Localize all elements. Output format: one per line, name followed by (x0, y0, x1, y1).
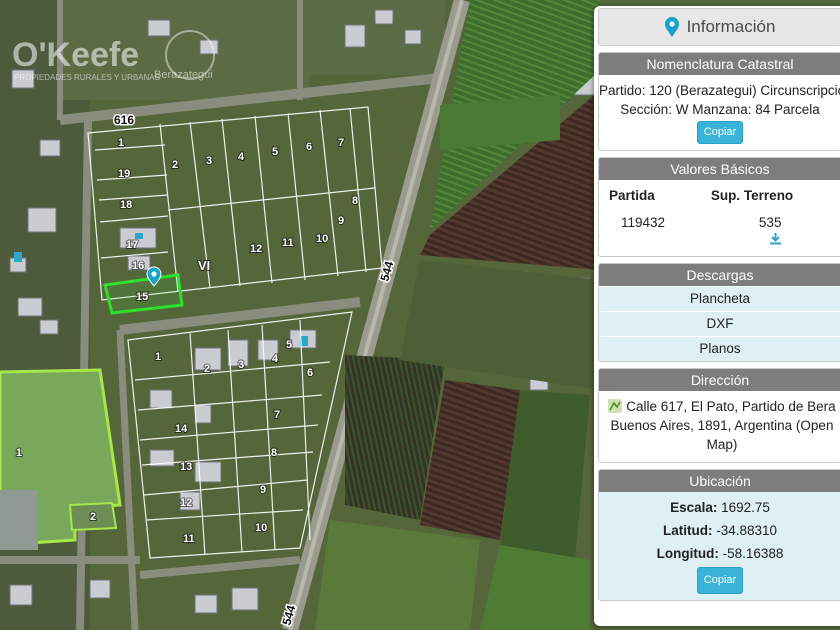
lot-s12: 12 (180, 497, 192, 509)
col-partida: Partida (609, 188, 655, 203)
longitud-label: Longitud: (656, 546, 719, 561)
copy-ubicacion-button[interactable]: Copiar (696, 567, 744, 594)
nomenclatura-line-1: Partido: 120 (Berazategui) Circunscripci… (599, 83, 840, 98)
map-pin-icon (664, 17, 679, 37)
valores-table: Partida Sup. Terreno 119432 535 (599, 180, 840, 256)
direccion-header: Dirección (599, 369, 840, 391)
ubicacion-header: Ubicación (599, 470, 840, 492)
watermark-city-badge: Berazategui (154, 69, 213, 81)
copy-nomenclatura-button[interactable]: Copiar (696, 121, 744, 144)
watermark-brand: O'Keefe (12, 36, 139, 74)
watermark-tagline: PROPIEDADES RURALES Y URBANAS (14, 73, 160, 82)
street-616-label: 616 (114, 113, 134, 127)
lot-s9: 9 (260, 484, 266, 496)
lot-green-area: 1 (16, 447, 22, 459)
download-dxf-link[interactable]: DXF (599, 311, 840, 336)
lot-s5: 5 (286, 339, 292, 351)
escala-label: Escala: (670, 500, 718, 515)
lot-s6: 6 (307, 367, 313, 379)
lot-s11: 11 (183, 533, 195, 545)
lot-s10: 10 (255, 522, 267, 534)
lot-4: 4 (238, 151, 245, 163)
escala-value: 1692.75 (721, 500, 770, 515)
section-ubicacion: Ubicación Escala: 1692.75 Latitud: -34.8… (598, 469, 840, 601)
lot-1: 1 (118, 137, 124, 149)
block-label: VI (198, 258, 210, 273)
lot-8: 8 (352, 195, 358, 207)
panel-header: Información (598, 8, 840, 46)
lot-5: 5 (272, 146, 278, 158)
section-descargas: Descargas Plancheta DXF Planos (598, 263, 840, 362)
lot-s3: 3 (238, 359, 244, 371)
lot-16: 16 (132, 260, 144, 272)
sup-terreno-value: 535 (758, 215, 782, 230)
nomenclatura-line-2: Sección: W Manzana: 84 Parcela (620, 102, 820, 117)
direccion-line-2: Buenos Aires, 1891, Argentina (Open (610, 418, 834, 433)
info-panel: Información Nomenclatura Catastral Parti… (594, 6, 840, 626)
latitud-value: -34.88310 (716, 523, 778, 538)
lot-11: 11 (282, 237, 294, 249)
longitud-value: -58.16388 (722, 546, 784, 561)
lot-s1: 1 (155, 351, 161, 363)
lot-12: 12 (250, 243, 262, 255)
download-plancheta-link[interactable]: Plancheta (599, 286, 840, 311)
lot-9: 9 (338, 215, 344, 227)
panel-title: Información (686, 17, 776, 36)
lot-2: 2 (172, 159, 178, 171)
lot-18: 18 (120, 199, 132, 211)
openstreetmap-icon[interactable] (608, 399, 623, 413)
valores-header: Valores Básicos (599, 158, 840, 180)
section-valores: Valores Básicos Partida Sup. Terreno 119… (598, 157, 840, 257)
col-sup-terreno: Sup. Terreno (710, 188, 794, 203)
lot-s14: 14 (175, 423, 188, 435)
lot-6: 6 (306, 141, 312, 153)
lot-s4: 4 (272, 353, 279, 365)
lot-s8: 8 (271, 447, 277, 459)
lot-19: 19 (118, 168, 130, 180)
escala-row: Escala: 1692.75 (599, 496, 840, 519)
descargas-header: Descargas (599, 264, 840, 286)
lot-17: 17 (126, 239, 138, 251)
lot-green-small: 2 (90, 511, 96, 523)
lot-3: 3 (206, 155, 212, 167)
download-planos-link[interactable]: Planos (599, 336, 840, 361)
lot-s7: 7 (274, 409, 280, 421)
section-nomenclatura: Nomenclatura Catastral Partido: 120 (Ber… (598, 52, 840, 151)
longitud-row: Longitud: -58.16388 (599, 542, 840, 565)
download-icon[interactable] (769, 232, 782, 245)
lot-15: 15 (136, 291, 148, 303)
direccion-line-1: Calle 617, El Pato, Partido de Bera (626, 399, 836, 414)
latitud-row: Latitud: -34.88310 (599, 519, 840, 542)
latitud-label: Latitud: (662, 523, 713, 538)
lot-10: 10 (316, 233, 328, 245)
lot-7: 7 (338, 137, 344, 149)
nomenclatura-header: Nomenclatura Catastral (599, 53, 840, 75)
direccion-line-3: Map) (706, 437, 738, 452)
section-direccion: Dirección Calle 617, El Pato, Partido de… (598, 368, 840, 463)
lot-s2: 2 (204, 363, 210, 375)
court (0, 490, 38, 550)
lot-s13: 13 (180, 461, 192, 473)
partida-value: 119432 (621, 215, 666, 230)
